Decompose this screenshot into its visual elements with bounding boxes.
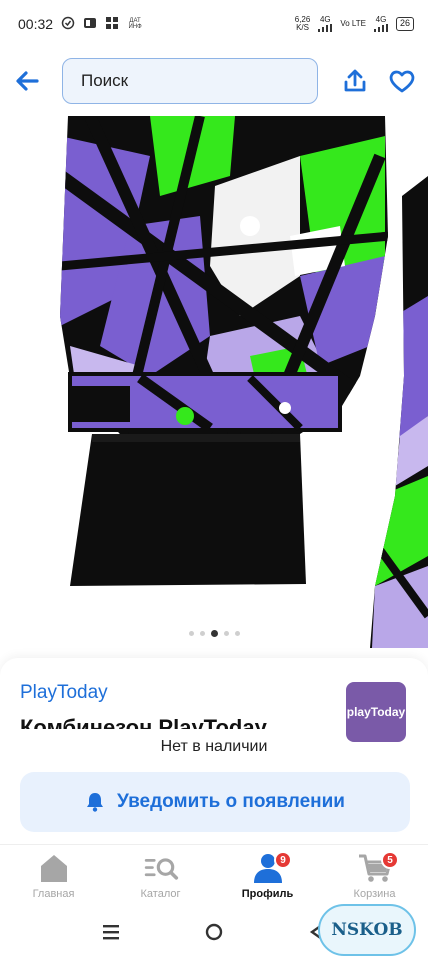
net-speed-unit: K/S <box>296 23 309 32</box>
pager-dot[interactable] <box>223 630 229 636</box>
nav-catalog-label: Каталог <box>140 888 181 900</box>
signal-1: 4G <box>318 15 333 32</box>
net-speed: 6,26 K/S <box>295 16 311 32</box>
top-bar: Поиск <box>0 48 428 116</box>
status-right: 6,26 K/S 4G Vo LTE 4G 26 <box>295 16 414 32</box>
nav-profile-label: Профиль <box>241 888 294 900</box>
product-info-card: PlayToday Комбинезон PlayToday playToday… <box>0 658 428 844</box>
battery-icon: 26 <box>395 17 414 31</box>
catalog-search-icon <box>143 851 179 885</box>
arrow-left-icon <box>16 71 39 91</box>
share-icon <box>344 69 366 92</box>
availability-status: Нет в наличии <box>160 738 268 755</box>
search-placeholder: Поиск <box>81 71 129 90</box>
watermark-logo: NSKOB <box>318 904 416 956</box>
product-image-gallery[interactable] <box>0 116 428 648</box>
pager-dot[interactable] <box>199 630 205 636</box>
status-bar: 00:32 ДАТ ИНФ 6,26 K/S 4G Vo LTE 4G 26 <box>0 0 428 48</box>
pager-dot[interactable] <box>188 630 194 636</box>
brand-link[interactable]: PlayToday <box>20 682 108 704</box>
favorite-button[interactable] <box>384 64 420 98</box>
back-button[interactable] <box>10 64 44 98</box>
grid-app-icon <box>105 16 119 33</box>
nav-profile[interactable]: 9 Профиль <box>214 845 321 908</box>
recents-icon[interactable] <box>101 923 121 946</box>
nav-catalog[interactable]: Каталог <box>107 845 214 908</box>
signal-bars-icon <box>373 24 388 32</box>
share-button[interactable] <box>338 64 372 98</box>
signal-2: 4G <box>373 15 388 32</box>
status-time: 00:32 <box>18 16 54 32</box>
nav-home-label: Главная <box>32 888 75 900</box>
check-circle-icon <box>61 16 75 33</box>
signal-2-label: 4G <box>375 15 387 24</box>
volte: Vo LTE <box>340 20 366 28</box>
search-input[interactable]: Поиск <box>62 58 318 104</box>
gallery-pager <box>0 626 428 640</box>
bottom-nav: Главная Каталог 9 Профиль 5 Корзина <box>0 844 428 908</box>
notify-button[interactable]: Уведомить о появлении <box>20 772 410 832</box>
bell-icon <box>87 793 104 812</box>
pager-dot-active[interactable] <box>210 629 218 637</box>
brand-logo[interactable]: playToday <box>346 682 406 742</box>
product-title: Комбинезон PlayToday <box>20 715 267 729</box>
signal-bars-icon <box>318 24 333 32</box>
nav-home[interactable]: Главная <box>0 845 107 908</box>
office-icon <box>83 16 97 33</box>
cart-badge: 5 <box>381 851 399 869</box>
profile-badge: 9 <box>274 851 292 869</box>
heart-icon <box>389 70 415 93</box>
nav-cart-label: Корзина <box>353 888 396 900</box>
pager-dot[interactable] <box>234 630 240 636</box>
notify-label: Уведомить о появлении <box>117 791 345 812</box>
brand-logo-text: playToday <box>346 705 406 719</box>
volte-label: Vo LTE <box>340 19 366 28</box>
app-tiny-label: ДАТ ИНФ <box>128 18 142 30</box>
status-left: 00:32 ДАТ ИНФ <box>18 16 143 33</box>
product-photo <box>60 116 428 648</box>
home-icon <box>36 851 72 885</box>
nav-cart[interactable]: 5 Корзина <box>321 845 428 908</box>
signal-1-label: 4G <box>319 15 331 24</box>
home-circle-icon[interactable] <box>204 922 224 947</box>
